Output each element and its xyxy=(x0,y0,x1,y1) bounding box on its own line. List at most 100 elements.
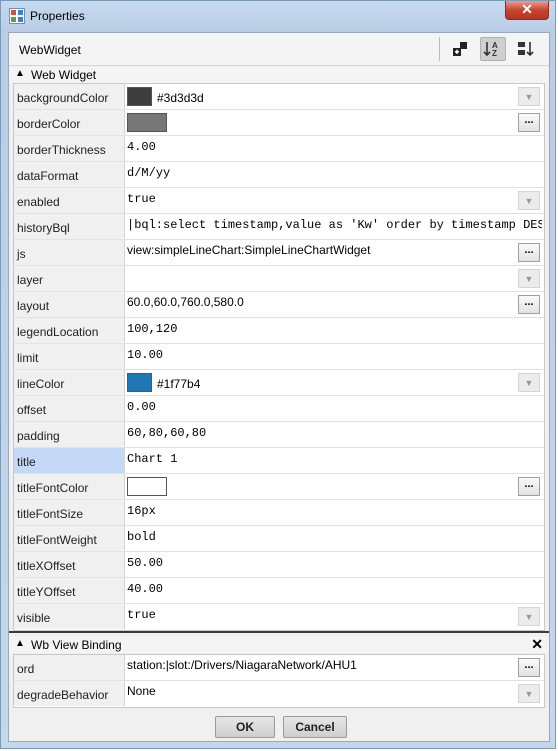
svg-text:Z: Z xyxy=(492,49,497,58)
property-row-visible: visible true ▼ xyxy=(14,604,544,630)
color-swatch[interactable] xyxy=(127,477,167,496)
property-name: enabled xyxy=(14,188,125,213)
add-slot-button[interactable] xyxy=(447,37,473,61)
property-name: backgroundColor xyxy=(14,84,125,109)
property-name: borderThickness xyxy=(14,136,125,161)
property-name: visible xyxy=(14,604,125,629)
color-swatch[interactable] xyxy=(127,113,167,132)
property-row-historyBql: historyBql |bql:select timestamp,value a… xyxy=(14,214,544,240)
property-value-field[interactable]: bold xyxy=(127,530,514,544)
add-slot-icon xyxy=(453,42,467,56)
color-value: #3d3d3d xyxy=(157,91,204,105)
property-value-field[interactable]: 40.00 xyxy=(127,582,514,596)
property-row-padding: padding 60,80,60,80 xyxy=(14,422,544,448)
property-name: titleFontWeight xyxy=(14,526,125,551)
property-row-borderColor: borderColor ... xyxy=(14,110,544,136)
property-row-dataFormat: dataFormat d/M/yy xyxy=(14,162,544,188)
property-value-field[interactable]: d/M/yy xyxy=(127,166,514,180)
property-value-select[interactable]: true xyxy=(127,192,514,206)
property-row-degradeBehavior: degradeBehavior None ▼ xyxy=(14,681,544,707)
property-row-layer: layer ▼ xyxy=(14,266,544,292)
property-row-enabled: enabled true ▼ xyxy=(14,188,544,214)
property-name: js xyxy=(14,240,125,265)
ok-button[interactable]: OK xyxy=(215,716,275,738)
dropdown-icon[interactable]: ▼ xyxy=(518,87,540,106)
property-value-field[interactable]: Chart 1 xyxy=(127,452,514,466)
sort-order-button[interactable] xyxy=(513,37,539,61)
property-value-field[interactable]: view:simpleLineChart:SimpleLineChartWidg… xyxy=(127,243,514,257)
property-row-js: js view:simpleLineChart:SimpleLineChartW… xyxy=(14,240,544,266)
dropdown-icon[interactable]: ▼ xyxy=(518,607,540,626)
property-value-field[interactable]: 0.00 xyxy=(127,400,514,414)
section-divider xyxy=(9,631,549,633)
property-name: lineColor xyxy=(14,370,125,395)
section-wb-view-binding[interactable]: ▲ Wb View Binding ✕ xyxy=(9,636,549,653)
section-label: Wb View Binding xyxy=(31,638,122,652)
property-row-offset: offset 0.00 xyxy=(14,396,544,422)
window-close-button[interactable]: ✕ xyxy=(505,1,549,20)
ellipsis-button[interactable]: ... xyxy=(518,477,540,496)
property-value-field[interactable]: 10.00 xyxy=(127,348,514,362)
color-swatch[interactable] xyxy=(127,87,152,106)
property-name: offset xyxy=(14,396,125,421)
property-row-borderThickness: borderThickness 4.00 xyxy=(14,136,544,162)
property-value-select[interactable]: None xyxy=(127,684,514,698)
property-name: layer xyxy=(14,266,125,291)
client-area: WebWidget A Z ▲ Web Widget backgroundCol… xyxy=(8,32,550,742)
section-label: Web Widget xyxy=(31,68,97,82)
title-bar[interactable]: Properties ✕ xyxy=(1,1,555,31)
property-value-field[interactable]: 4.00 xyxy=(127,140,514,154)
properties-app-icon xyxy=(9,8,25,24)
dropdown-icon[interactable]: ▼ xyxy=(518,269,540,288)
property-row-titleYOffset: titleYOffset 40.00 xyxy=(14,578,544,604)
property-row-titleFontColor: titleFontColor ... xyxy=(14,474,544,500)
property-row-legendLocation: legendLocation 100,120 xyxy=(14,318,544,344)
property-row-limit: limit 10.00 xyxy=(14,344,544,370)
property-name-selected: title xyxy=(14,448,125,473)
property-value-field[interactable]: 100,120 xyxy=(127,322,514,336)
property-name: legendLocation xyxy=(14,318,125,343)
component-title: WebWidget xyxy=(19,43,81,57)
ellipsis-button[interactable]: ... xyxy=(518,658,540,677)
property-row-titleXOffset: titleXOffset 50.00 xyxy=(14,552,544,578)
property-name: dataFormat xyxy=(14,162,125,187)
ellipsis-button[interactable]: ... xyxy=(518,243,540,262)
binding-properties-table: ord station:|slot:/Drivers/NiagaraNetwor… xyxy=(13,654,545,708)
section-web-widget[interactable]: ▲ Web Widget xyxy=(9,67,549,83)
dropdown-icon[interactable]: ▼ xyxy=(518,684,540,703)
property-value-field[interactable]: 50.00 xyxy=(127,556,514,570)
web-widget-properties-table: backgroundColor #3d3d3d ▼ borderColor ..… xyxy=(13,83,545,631)
property-name: borderColor xyxy=(14,110,125,135)
property-row-backgroundColor: backgroundColor #3d3d3d ▼ xyxy=(14,84,544,110)
ellipsis-button[interactable]: ... xyxy=(518,113,540,132)
ellipsis-button[interactable]: ... xyxy=(518,295,540,314)
collapse-icon[interactable]: ▲ xyxy=(15,638,25,649)
property-value-field[interactable]: 60.0,60.0,760.0,580.0 xyxy=(127,295,514,309)
property-name: titleFontSize xyxy=(14,500,125,525)
property-name: limit xyxy=(14,344,125,369)
properties-header: WebWidget A Z xyxy=(9,33,549,66)
property-name: layout xyxy=(14,292,125,317)
color-swatch[interactable] xyxy=(127,373,152,392)
property-row-titleFontWeight: titleFontWeight bold xyxy=(14,526,544,552)
sort-order-icon xyxy=(518,42,534,57)
property-row-titleFontSize: titleFontSize 16px xyxy=(14,500,544,526)
collapse-icon[interactable]: ▲ xyxy=(15,68,25,79)
property-name: historyBql xyxy=(14,214,125,239)
dropdown-icon[interactable]: ▼ xyxy=(518,373,540,392)
property-row-title: title Chart 1 xyxy=(14,448,544,474)
sort-alphabetical-button[interactable]: A Z xyxy=(480,37,506,61)
sort-alpha-icon: A Z xyxy=(483,41,498,58)
property-value-select[interactable]: true xyxy=(127,608,514,622)
property-name: titleXOffset xyxy=(14,552,125,577)
dropdown-icon[interactable]: ▼ xyxy=(518,191,540,210)
remove-binding-icon[interactable]: ✕ xyxy=(531,636,543,653)
property-value-field[interactable]: |bql:select timestamp,value as 'Kw' orde… xyxy=(127,218,542,232)
property-name: titleYOffset xyxy=(14,578,125,603)
property-value-field[interactable]: 16px xyxy=(127,504,514,518)
cancel-button[interactable]: Cancel xyxy=(283,716,347,738)
property-name: titleFontColor xyxy=(14,474,125,499)
property-value-field[interactable]: 60,80,60,80 xyxy=(127,426,514,440)
property-value-field[interactable]: station:|slot:/Drivers/NiagaraNetwork/AH… xyxy=(127,658,514,672)
header-separator xyxy=(439,37,440,61)
